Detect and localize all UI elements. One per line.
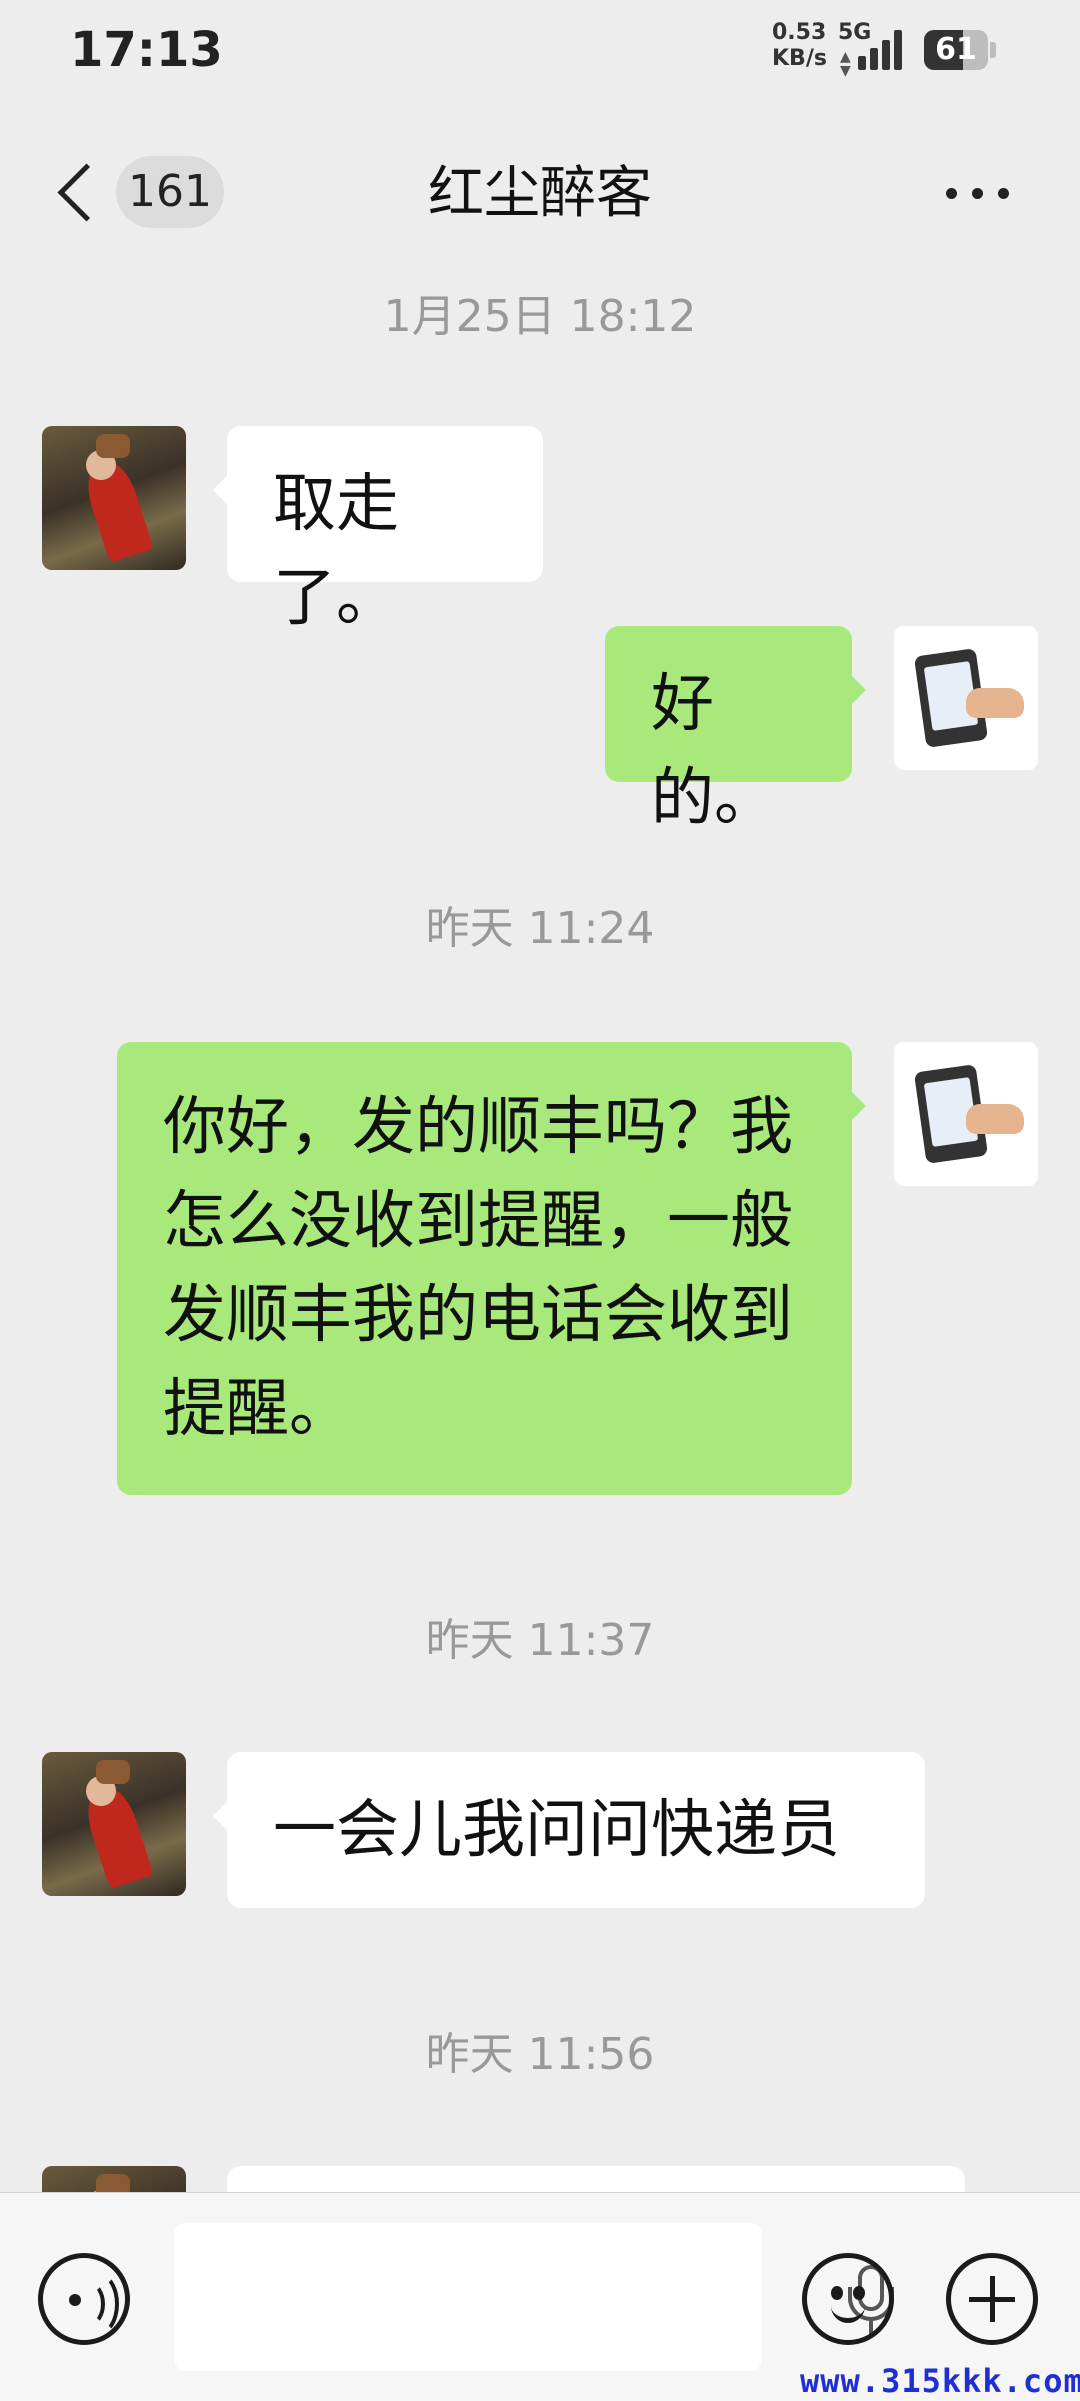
message-bubble-sent[interactable]: 你好，发的顺丰吗？我怎么没收到提醒，一般发顺丰我的电话会收到提醒。	[117, 1042, 866, 1495]
chat-history[interactable]: 1月25日 18:12 取走了。 好的。 昨天 11:24 你好，发的顺丰吗？我…	[0, 280, 1080, 2192]
network-speed: 0.53 KB/s	[772, 20, 834, 72]
battery-icon: 61	[924, 30, 998, 70]
message-bubble-received[interactable]	[227, 2166, 965, 2192]
message-timestamp: 1月25日 18:12	[383, 291, 697, 342]
emoji-button[interactable]	[802, 2253, 894, 2345]
message-timestamp: 昨天 11:37	[425, 1615, 655, 1666]
chat-title: 红尘醉客	[428, 161, 652, 226]
chat-header: 161 红尘醉客	[0, 100, 1080, 280]
message-timestamp: 昨天 11:24	[425, 903, 655, 954]
message-bubble-sent[interactable]: 好的。	[605, 626, 866, 834]
network-speed-value: 0.53	[772, 20, 827, 45]
message-input[interactable]	[174, 2223, 894, 2371]
voice-mode-button[interactable]	[38, 2253, 130, 2345]
message-bubble-received[interactable]: 一会儿我问问快递员	[213, 1752, 925, 1908]
signal-icon	[858, 30, 908, 70]
message-timestamp: 昨天 11:56	[425, 2029, 655, 2080]
more-options-button[interactable]	[938, 160, 1018, 220]
data-arrows-icon: ▲ ▼	[840, 49, 851, 79]
contact-avatar[interactable]	[42, 426, 186, 570]
my-avatar[interactable]	[894, 626, 1038, 770]
plus-icon[interactable]	[946, 2253, 1038, 2345]
status-time: 17:13	[70, 22, 223, 78]
network-speed-unit: KB/s	[772, 46, 827, 71]
status-bar: 17:13 0.53 KB/s 5G ▲ ▼ 61	[0, 0, 1080, 100]
contact-avatar[interactable]	[42, 2166, 186, 2192]
contact-avatar[interactable]	[42, 1752, 186, 1896]
my-avatar[interactable]	[894, 1042, 1038, 1186]
battery-level: 61	[935, 32, 977, 67]
watermark-text: www.315kkk.com	[800, 2362, 1080, 2400]
more-dots-icon	[946, 188, 957, 199]
message-bubble-received[interactable]: 取走了。	[213, 426, 543, 634]
